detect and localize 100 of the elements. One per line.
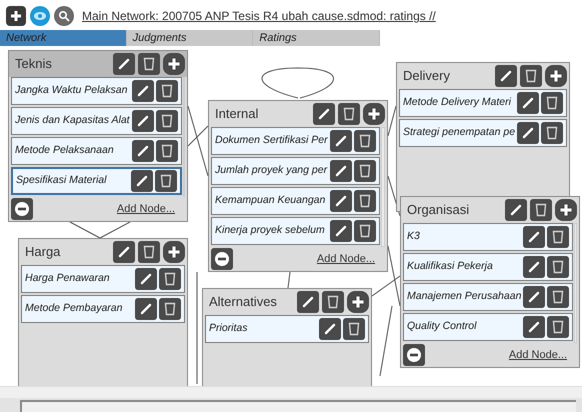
edit-button[interactable]: [517, 122, 540, 144]
edit-button[interactable]: [330, 220, 352, 242]
trash-icon: [552, 260, 564, 274]
pencil-icon: [528, 291, 540, 303]
node-item[interactable]: Prioritas: [205, 315, 369, 343]
edit-button[interactable]: [330, 130, 352, 152]
node-item[interactable]: K3: [403, 223, 574, 251]
node-item[interactable]: Kualifikasi Pekerja: [403, 253, 574, 281]
node-item[interactable]: Spesifikasi Material: [11, 167, 182, 195]
delete-button[interactable]: [343, 318, 365, 340]
trash-icon: [552, 290, 564, 304]
edit-button[interactable]: [297, 291, 319, 313]
edit-button[interactable]: [523, 226, 546, 248]
edit-button[interactable]: [135, 298, 157, 320]
node-item[interactable]: Metode Pelaksanaan: [11, 137, 182, 165]
pencil-icon: [324, 323, 336, 335]
delete-button[interactable]: [322, 291, 344, 313]
add-node-link[interactable]: Add Node...: [508, 346, 567, 364]
edit-button[interactable]: [132, 140, 154, 162]
search-button[interactable]: [54, 6, 74, 26]
pencil-icon: [522, 97, 534, 109]
delete-button[interactable]: [154, 170, 177, 192]
delete-button[interactable]: [520, 65, 542, 87]
delete-button[interactable]: [159, 298, 181, 320]
node-item[interactable]: Kemampuan Keuangan: [211, 187, 380, 215]
plus-icon: [559, 203, 573, 217]
horizontal-scrollbar[interactable]: [0, 386, 582, 398]
edit-button[interactable]: [330, 160, 352, 182]
edit-button[interactable]: [132, 110, 154, 132]
edit-button[interactable]: [313, 103, 335, 125]
node-item[interactable]: Jangka Waktu Pelaksan: [11, 77, 182, 105]
node-item[interactable]: Strategi penempatan pe: [399, 119, 568, 147]
search-icon: [58, 10, 70, 22]
delete-button[interactable]: [354, 160, 376, 182]
delete-button[interactable]: [338, 103, 360, 125]
node-item[interactable]: Jumlah proyek yang per: [211, 157, 380, 185]
node-item[interactable]: Dokumen Sertifikasi Per: [211, 127, 380, 155]
input-field[interactable]: [20, 400, 576, 412]
vertical-scrollbar[interactable]: [574, 223, 577, 343]
add-button[interactable]: [163, 53, 185, 75]
collapse-button[interactable]: [403, 344, 425, 366]
node-item[interactable]: Kinerja proyek sebelum: [211, 217, 380, 245]
trash-icon: [160, 114, 173, 128]
delete-button[interactable]: [541, 122, 564, 144]
delete-button[interactable]: [156, 110, 178, 132]
add-button[interactable]: [347, 291, 369, 313]
edit-button[interactable]: [517, 92, 540, 114]
edit-button[interactable]: [113, 241, 135, 263]
connector-line: [70, 222, 130, 239]
edit-button[interactable]: [130, 170, 153, 192]
delete-button[interactable]: [547, 286, 570, 308]
delete-button[interactable]: [530, 199, 552, 221]
add-button[interactable]: [163, 241, 185, 263]
cluster-title: Harga: [25, 243, 62, 262]
collapse-button[interactable]: [11, 198, 33, 220]
tab[interactable]: Network: [0, 30, 127, 46]
connector-line: [288, 272, 290, 288]
edit-button[interactable]: [523, 256, 546, 278]
vertical-scrollbar[interactable]: [380, 127, 385, 247]
node-item[interactable]: Metode Delivery Materi: [399, 89, 568, 117]
delete-button[interactable]: [156, 80, 178, 102]
delete-button[interactable]: [138, 241, 160, 263]
delete-button[interactable]: [541, 92, 564, 114]
network-title-link[interactable]: Main Network: 200705 ANP Tesis R4 ubah cause.sdmod: ratings //: [82, 7, 436, 25]
add-node-link[interactable]: Add Node...: [116, 200, 175, 218]
delete-button[interactable]: [547, 226, 570, 248]
edit-button[interactable]: [495, 65, 517, 87]
edit-button[interactable]: [135, 268, 157, 290]
add-node-link[interactable]: Add Node...: [316, 250, 375, 268]
add-button[interactable]: [545, 65, 567, 87]
edit-button[interactable]: [330, 190, 352, 212]
edit-button[interactable]: [113, 53, 135, 75]
delete-button[interactable]: [156, 140, 178, 162]
delete-button[interactable]: [159, 268, 181, 290]
node-item[interactable]: Harga Penawaran: [21, 265, 185, 293]
add-network-button[interactable]: [6, 6, 26, 26]
node-label: Spesifikasi Material: [16, 173, 108, 188]
delete-button[interactable]: [547, 316, 570, 338]
pencil-icon: [528, 261, 540, 273]
edit-button[interactable]: [319, 318, 341, 340]
delete-button[interactable]: [547, 256, 570, 278]
node-item[interactable]: Manajemen Perusahaan: [403, 283, 574, 311]
node-item[interactable]: Jenis dan Kapasitas Alat: [11, 107, 182, 135]
trash-icon: [535, 203, 547, 217]
node-item[interactable]: Metode Pembayaran: [21, 295, 185, 323]
edit-button[interactable]: [132, 80, 154, 102]
node-item[interactable]: Quality Control: [403, 313, 574, 341]
delete-button[interactable]: [138, 53, 160, 75]
collapse-button[interactable]: [211, 248, 233, 270]
edit-button[interactable]: [505, 199, 527, 221]
delete-button[interactable]: [354, 130, 376, 152]
node-label: K3: [407, 229, 421, 244]
add-button[interactable]: [363, 103, 385, 125]
add-button[interactable]: [555, 199, 577, 221]
node-label: Prioritas: [209, 321, 249, 336]
edit-button[interactable]: [523, 316, 546, 338]
vertical-scrollbar[interactable]: [182, 77, 185, 197]
edit-button[interactable]: [523, 286, 546, 308]
delete-button[interactable]: [354, 190, 376, 212]
delete-button[interactable]: [354, 220, 376, 242]
